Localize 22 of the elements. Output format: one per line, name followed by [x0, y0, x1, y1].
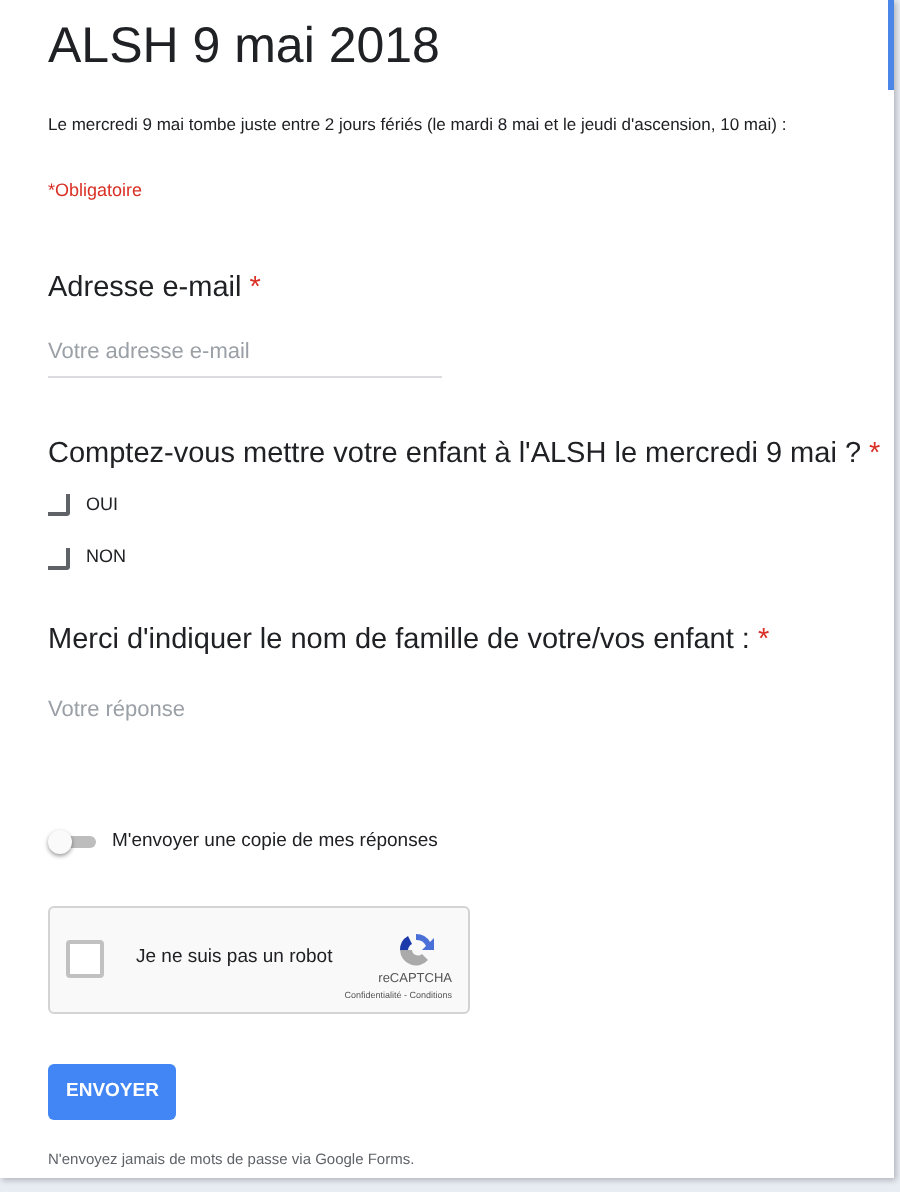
option-label[interactable]: OUI — [86, 491, 119, 519]
submit-button[interactable]: ENVOYER — [48, 1063, 177, 1120]
toggle-label: M'envoyer une copie de mes réponses — [112, 828, 438, 857]
required-mark: * — [757, 621, 770, 658]
checkbox[interactable] — [48, 547, 70, 569]
checkbox[interactable] — [48, 494, 70, 516]
captcha-checkbox[interactable] — [66, 940, 104, 978]
form-title: ALSH 9 mai 2018 — [48, 16, 442, 76]
required-mark: * — [249, 270, 261, 307]
question-label: Merci d'indiquer le nom de famille de votre/vos enfant : — [48, 621, 750, 658]
recaptcha-logo-icon — [396, 930, 436, 971]
option-label[interactable]: NON — [86, 544, 126, 572]
question-label: Comptez-vous mettre votre enfant à l'ALSH le mercredi 9 mai ? — [48, 435, 862, 472]
required-note: *Obligatoire — [48, 177, 145, 204]
scrollbar-thumb[interactable] — [888, 0, 894, 90]
answer-field[interactable]: Votre adresse e-mail — [48, 332, 442, 378]
toggle-switch[interactable] — [48, 832, 96, 853]
form-description: Le mercredi 9 mai tombe juste entre 2 jours fériés (le mardi 8 mai et le jeudi d'ascension, 10 mai) : — [48, 112, 789, 138]
required-mark: * — [869, 435, 881, 472]
captcha-label: Je ne suis pas un robot — [136, 944, 335, 973]
question-label: Adresse e-mail — [48, 270, 242, 307]
answer-field[interactable]: Votre réponse — [48, 689, 442, 733]
